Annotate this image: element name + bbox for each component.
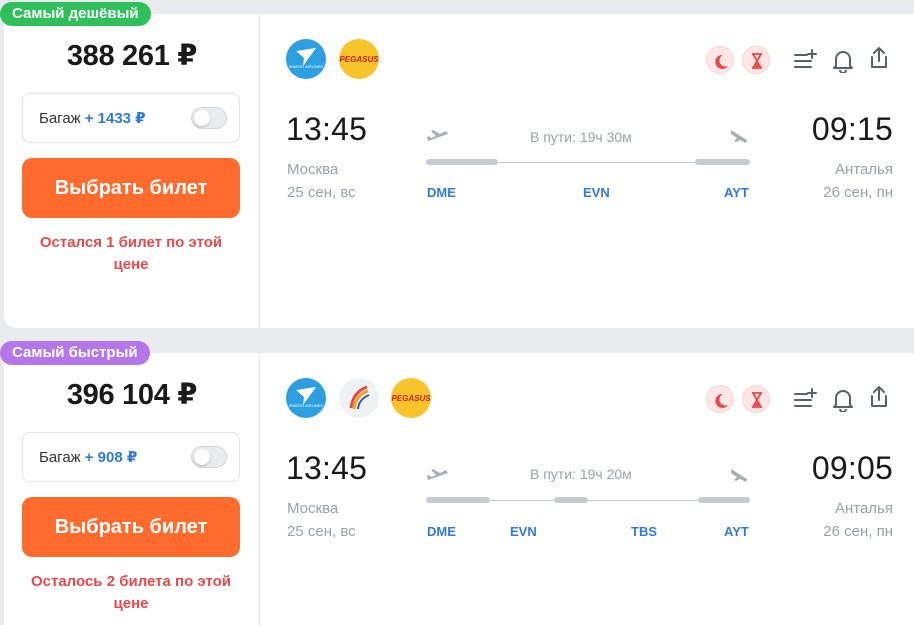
price-panel: 396 104 ₽ Багаж + 908 ₽ Выбрать билет Ост…	[4, 353, 260, 625]
stop-code: DME	[427, 185, 456, 200]
pegasus-logo: PEGASUS	[391, 378, 431, 418]
flight-segment	[426, 497, 490, 503]
flight-duration: В пути: 19ч 20м	[530, 466, 632, 482]
plane-takeoff-icon	[426, 124, 450, 148]
stop-code: EVN	[510, 524, 537, 539]
badge-cheapest: Самый дешёвый	[0, 2, 151, 26]
armenia-airways-logo	[339, 378, 379, 418]
select-ticket-button[interactable]: Выбрать билет	[22, 497, 240, 557]
hourglass-icon	[742, 46, 770, 74]
bell-icon[interactable]	[830, 386, 856, 413]
stop-code: TBS	[631, 524, 657, 539]
layover-line	[498, 162, 695, 163]
departure-city: Москва	[287, 500, 339, 517]
departure-date: 25 сен, вс	[287, 184, 356, 201]
seats-left-warning: Остался 1 билет по этой цене	[39, 234, 223, 273]
baggage-price: + 908 ₽	[84, 449, 138, 466]
arrival-time: 09:05	[811, 450, 893, 486]
share-icon[interactable]	[866, 45, 892, 71]
stop-code: AYT	[724, 185, 749, 200]
select-ticket-button[interactable]: Выбрать билет	[22, 158, 240, 218]
iraero-logo: IRAERO AIRLINES	[286, 39, 326, 79]
moon-icon	[706, 385, 734, 413]
svg-text:IRAERO AIRLINES: IRAERO AIRLINES	[289, 403, 324, 408]
bell-icon[interactable]	[830, 47, 856, 74]
baggage-option[interactable]: Багаж + 908 ₽	[22, 432, 240, 482]
moon-icon	[706, 46, 734, 74]
seats-left-warning: Осталось 2 билета по этой цене	[30, 573, 232, 612]
flight-segment	[698, 497, 750, 503]
flight-segment	[426, 159, 498, 165]
departure-city: Москва	[287, 161, 339, 178]
flight-segment	[554, 497, 588, 503]
arrival-date: 26 сен, пн	[823, 523, 893, 540]
arrival-city: Анталья	[834, 161, 893, 178]
arrival-date: 26 сен, пн	[823, 184, 893, 201]
flight-duration: В пути: 19ч 30м	[530, 129, 632, 145]
plane-takeoff-icon	[426, 463, 450, 487]
departure-date: 25 сен, вс	[287, 523, 356, 540]
departure-time: 13:45	[286, 450, 368, 486]
hourglass-icon	[742, 385, 770, 413]
ticket-card-fastest: 396 104 ₽ Багаж + 908 ₽ Выбрать билет Ост…	[4, 353, 914, 625]
ticket-price: 396 104 ₽	[66, 379, 198, 411]
stop-code: AYT	[724, 524, 749, 539]
stop-code: EVN	[583, 185, 610, 200]
plane-landing-icon	[727, 124, 751, 148]
ticket-price: 388 261 ₽	[66, 40, 198, 72]
add-to-list-icon[interactable]	[792, 47, 818, 73]
layover-line	[588, 500, 698, 501]
baggage-label: Багаж + 908 ₽	[39, 449, 138, 466]
badge-fastest: Самый быстрый	[0, 341, 150, 365]
price-panel: 388 261 ₽ Багаж + 1433 ₽ Выбрать билет Ос…	[4, 14, 260, 328]
plane-landing-icon	[727, 463, 751, 487]
svg-text:PEGASUS: PEGASUS	[339, 55, 379, 64]
flight-segment	[695, 159, 750, 165]
iraero-logo: IRAERO AIRLINES	[286, 378, 326, 418]
stop-code: DME	[427, 524, 456, 539]
arrival-city: Анталья	[834, 500, 893, 517]
arrival-time: 09:15	[811, 111, 893, 147]
baggage-option[interactable]: Багаж + 1433 ₽	[22, 93, 240, 143]
svg-text:PEGASUS: PEGASUS	[391, 394, 431, 403]
add-to-list-icon[interactable]	[792, 386, 818, 412]
baggage-price: + 1433 ₽	[84, 110, 146, 127]
departure-time: 13:45	[286, 111, 368, 147]
pegasus-logo: PEGASUS	[339, 39, 379, 79]
share-icon[interactable]	[866, 384, 892, 410]
baggage-label: Багаж + 1433 ₽	[39, 110, 146, 127]
svg-text:IRAERO AIRLINES: IRAERO AIRLINES	[289, 64, 324, 69]
layover-line	[490, 500, 554, 501]
ticket-card-cheapest: 388 261 ₽ Багаж + 1433 ₽ Выбрать билет Ос…	[4, 14, 914, 328]
baggage-toggle[interactable]	[191, 446, 227, 468]
baggage-toggle[interactable]	[191, 107, 227, 129]
